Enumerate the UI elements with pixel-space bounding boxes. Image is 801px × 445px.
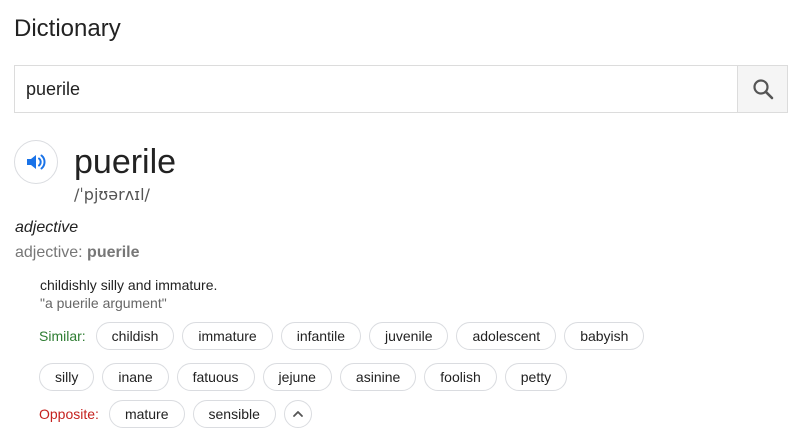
search-input[interactable]: [15, 66, 737, 112]
synonym-chip[interactable]: infantile: [280, 322, 361, 350]
synonym-chip[interactable]: babyish: [564, 322, 645, 350]
synonym-chip[interactable]: adolescent: [456, 322, 557, 350]
pronunciation-button[interactable]: [14, 140, 58, 184]
synonym-chip[interactable]: fatuous: [176, 363, 255, 391]
antonym-chip[interactable]: sensible: [192, 400, 276, 428]
synonym-chip[interactable]: foolish: [424, 363, 497, 391]
example-text: "a puerile argument": [40, 295, 167, 311]
chevron-up-icon: [292, 411, 303, 417]
search-button[interactable]: [737, 66, 787, 112]
synonym-chip[interactable]: petty: [504, 363, 568, 391]
synonym-chip[interactable]: juvenile: [369, 322, 449, 350]
synonym-chip[interactable]: silly: [39, 363, 95, 391]
search-box: [14, 65, 788, 113]
similar-label: Similar:: [39, 328, 86, 344]
similar-row-1: Similar: childish immature infantile juv…: [39, 322, 652, 350]
part-of-speech: adjective: [15, 219, 79, 236]
pos-word: puerile: [87, 244, 140, 261]
synonym-chip[interactable]: inane: [102, 363, 169, 391]
similar-row-2: silly inane fatuous jejune asinine fooli…: [39, 363, 575, 391]
opposite-label: Opposite:: [39, 406, 99, 422]
collapse-button[interactable]: [283, 400, 312, 428]
opposite-row: Opposite: mature sensible: [39, 400, 312, 428]
synonym-chip[interactable]: jejune: [262, 363, 332, 391]
headword: puerile: [74, 143, 177, 181]
definition-text: childishly silly and immature.: [40, 277, 218, 293]
part-of-speech-line: adjective: puerile: [15, 244, 140, 262]
synonym-chip[interactable]: immature: [182, 322, 273, 350]
phonetic-transcription: /ˈpjʊərʌɪl/: [74, 185, 150, 204]
antonym-chip[interactable]: mature: [108, 400, 185, 428]
search-icon: [752, 79, 773, 100]
speaker-icon: [27, 154, 46, 170]
page-title: Dictionary: [14, 15, 121, 42]
synonym-chip[interactable]: childish: [95, 322, 175, 350]
synonym-chip[interactable]: asinine: [339, 363, 417, 391]
pos-prefix: adjective:: [15, 244, 88, 261]
